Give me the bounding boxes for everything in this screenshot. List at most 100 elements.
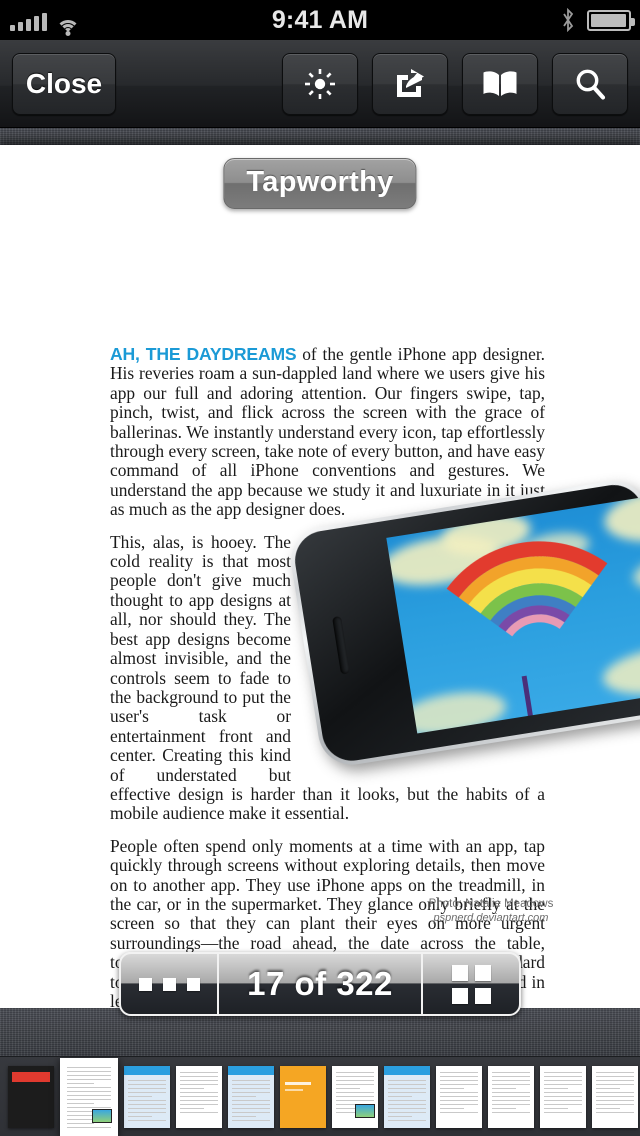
thumbnail-text-line bbox=[544, 1071, 582, 1073]
thumbnail-chapter-title bbox=[285, 1081, 311, 1085]
thumbnail-page-1[interactable] bbox=[8, 1065, 54, 1128]
page-thumbnail-filmstrip[interactable] bbox=[0, 1056, 640, 1136]
page-indicator[interactable]: 17 of 322 bbox=[219, 954, 421, 1014]
thumbnail-text-line bbox=[67, 1102, 95, 1104]
thumbnail-header-band bbox=[124, 1065, 170, 1075]
list-view-button[interactable] bbox=[121, 954, 219, 1014]
thumbnail-text-line bbox=[128, 1091, 166, 1093]
search-icon bbox=[576, 69, 606, 100]
thumbnail-page-5[interactable] bbox=[228, 1065, 274, 1128]
thumbnail-text-line bbox=[596, 1103, 634, 1105]
thumbnail-text-line bbox=[388, 1119, 426, 1121]
thumbnail-text-line bbox=[492, 1099, 530, 1101]
thumbnail-text-line bbox=[440, 1099, 478, 1101]
thumbnail-page-2[interactable] bbox=[60, 1057, 118, 1136]
thumbnail-page-4[interactable] bbox=[176, 1065, 222, 1128]
thumbnail-text-line bbox=[180, 1103, 218, 1105]
close-button[interactable]: Close bbox=[12, 52, 116, 115]
thumbnail-text-line bbox=[492, 1075, 530, 1077]
thumbnail-text-line bbox=[128, 1083, 166, 1085]
thumbnail-page-3[interactable] bbox=[124, 1065, 170, 1128]
thumbnail-text-line bbox=[544, 1075, 582, 1077]
grid-view-icon bbox=[451, 964, 491, 1004]
share-button[interactable] bbox=[372, 52, 448, 115]
photo-credit-url: pspnerd.deviantart.com bbox=[433, 912, 549, 924]
thumbnail-page-12[interactable] bbox=[592, 1065, 638, 1128]
thumbnail-text-line bbox=[492, 1071, 530, 1073]
thumbnail-text-line bbox=[492, 1103, 530, 1105]
thumbnail-text-line bbox=[440, 1091, 478, 1093]
thumbnail-text-line bbox=[440, 1087, 464, 1089]
thumbnail-cover-title bbox=[12, 1071, 50, 1082]
thumbnail-text-line bbox=[336, 1087, 360, 1089]
thumbnail-text-line bbox=[336, 1071, 374, 1073]
thumbnail-page-8[interactable] bbox=[384, 1065, 430, 1128]
thumbnail-text-line bbox=[232, 1111, 270, 1113]
thumbnail-text-line bbox=[596, 1075, 634, 1077]
thumbnail-text-line bbox=[336, 1099, 374, 1101]
grid-view-button[interactable] bbox=[421, 954, 519, 1014]
thumbnail-text-line bbox=[492, 1095, 530, 1097]
thumbnail-text-line bbox=[67, 1098, 111, 1100]
thumbnail-text-line bbox=[128, 1087, 166, 1089]
toolbar-icon-group bbox=[282, 52, 628, 115]
thumbnail-text-line bbox=[388, 1079, 426, 1081]
thumbnail-text-line bbox=[128, 1079, 166, 1081]
battery-icon bbox=[587, 9, 635, 31]
thumbnail-text-line bbox=[388, 1083, 426, 1085]
thumbnail-text-line bbox=[544, 1107, 568, 1109]
thumbnail-text-line bbox=[67, 1090, 111, 1092]
thumbnail-text-line bbox=[180, 1095, 218, 1097]
thumbnail-chapter-subtitle bbox=[285, 1088, 303, 1091]
paragraph-1-text: of the gentle iPhone app designer. His r… bbox=[110, 344, 545, 520]
thumbnail-text-line bbox=[336, 1083, 374, 1085]
bookmarks-icon bbox=[483, 70, 517, 96]
thumbnail-text-line bbox=[232, 1119, 270, 1121]
iphone-speaker bbox=[332, 615, 351, 675]
thumbnail-text-line bbox=[128, 1119, 166, 1121]
thumbnail-text-line bbox=[544, 1091, 582, 1093]
thumbnail-text-line bbox=[180, 1111, 218, 1113]
status-bar: 9:41 AM bbox=[0, 0, 640, 40]
lead-in-text: AH, THE DAYDREAMS bbox=[110, 344, 297, 364]
thumbnail-text-line bbox=[440, 1083, 478, 1085]
search-button[interactable] bbox=[552, 52, 628, 115]
thumbnail-text-line bbox=[492, 1083, 530, 1085]
book-page[interactable]: Tapworthy AH, THE DAYDREAMS of the gentl… bbox=[0, 145, 640, 1010]
thumbnail-text-line bbox=[492, 1091, 530, 1093]
thumbnail-text-line bbox=[492, 1111, 530, 1113]
thumbnail-text-line bbox=[180, 1083, 218, 1085]
thumbnail-text-line bbox=[596, 1071, 634, 1073]
thumbnail-text-line bbox=[596, 1107, 620, 1109]
thumbnail-page-9[interactable] bbox=[436, 1065, 482, 1128]
thumbnail-text-line bbox=[128, 1111, 166, 1113]
thumbnail-text-line bbox=[67, 1070, 111, 1072]
reader-toolbar: Close bbox=[0, 40, 640, 128]
ebook-reader-screen: 9:41 AM Close Tapworthy AH, THE DAYDREAM… bbox=[0, 0, 640, 1136]
list-view-icon bbox=[138, 977, 200, 991]
linen-texture-top bbox=[0, 128, 640, 146]
thumbnail-text-line bbox=[128, 1095, 152, 1097]
thumbnail-header-band bbox=[228, 1065, 274, 1075]
thumbnail-text-line bbox=[596, 1111, 634, 1113]
thumbnail-text-line bbox=[596, 1087, 620, 1089]
thumbnail-page-11[interactable] bbox=[540, 1065, 586, 1128]
thumbnail-page-7[interactable] bbox=[332, 1065, 378, 1128]
bluetooth-icon bbox=[563, 8, 574, 32]
thumbnail-figure bbox=[92, 1108, 112, 1123]
thumbnail-text-line bbox=[180, 1091, 218, 1093]
thumbnail-text-line bbox=[440, 1079, 478, 1081]
thumbnail-text-line bbox=[388, 1107, 426, 1109]
photo-credit: Photo: Natalie Meadows pspnerd.deviantar… bbox=[386, 897, 596, 925]
thumbnail-page-6[interactable] bbox=[280, 1065, 326, 1128]
thumbnail-text-line bbox=[492, 1107, 516, 1109]
thumbnail-page-10[interactable] bbox=[488, 1065, 534, 1128]
page-navigation-bar: 17 of 322 bbox=[119, 952, 521, 1016]
photo-credit-name: Photo: Natalie Meadows bbox=[428, 898, 554, 910]
bookmarks-button[interactable] bbox=[462, 52, 538, 115]
thumbnail-text-line bbox=[67, 1078, 111, 1080]
thumbnail-text-line bbox=[440, 1111, 478, 1113]
brightness-button[interactable] bbox=[282, 52, 358, 115]
thumbnail-text-line bbox=[67, 1082, 95, 1084]
thumbnail-text-line bbox=[388, 1095, 412, 1097]
